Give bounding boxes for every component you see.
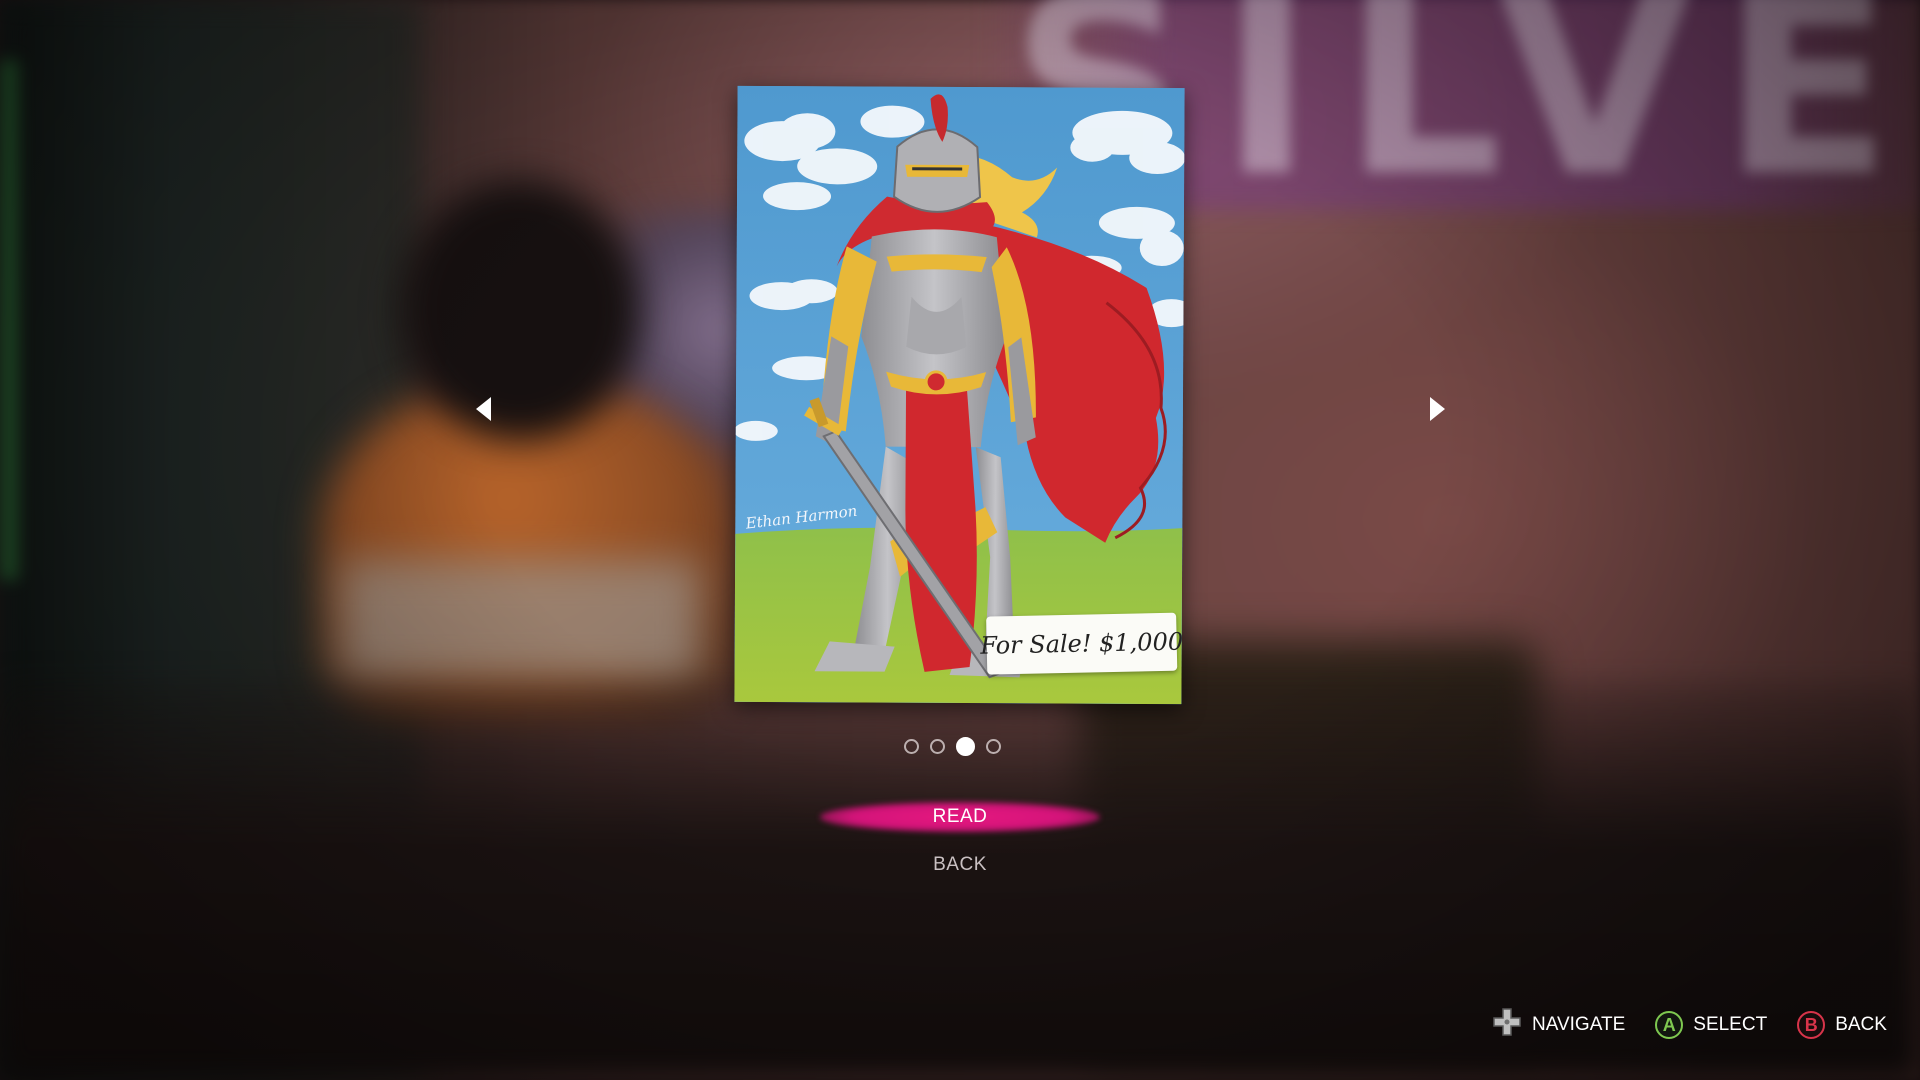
knight-drawing [734,85,1185,705]
page-dot [930,739,945,754]
game-scene: SILVE [0,0,1920,1080]
sale-note-text: For Sale! $1,000 [980,627,1184,660]
next-arrow-icon[interactable] [1430,397,1445,421]
hint-navigate-label: NAVIGATE [1532,1014,1626,1035]
hint-navigate: NAVIGATE [1492,1007,1625,1043]
hint-select-label: SELECT [1693,1014,1768,1035]
hint-back-label: BACK [1835,1014,1887,1035]
page-indicator [904,737,1001,756]
back-button[interactable]: BACK [820,846,1100,884]
back-button-label: BACK [933,854,987,875]
b-button-icon: B [1797,1011,1826,1039]
hint-select: A SELECT [1655,1011,1767,1039]
page-dot [904,739,919,754]
hint-back: B BACK [1797,1011,1887,1039]
page-dot-active [956,737,975,756]
sale-note: For Sale! $1,000 [980,612,1183,675]
poster-artwork: Ethan Harmon For Sale! $1,000 [734,85,1185,705]
previous-arrow-icon[interactable] [476,397,491,421]
page-dot [986,739,1001,754]
controller-hints: NAVIGATE A SELECT B BACK [1492,1007,1887,1043]
read-button[interactable]: READ [820,798,1100,836]
a-button-icon: A [1655,1011,1684,1039]
read-button-label: READ [932,806,988,827]
dpad-icon [1492,1007,1522,1043]
